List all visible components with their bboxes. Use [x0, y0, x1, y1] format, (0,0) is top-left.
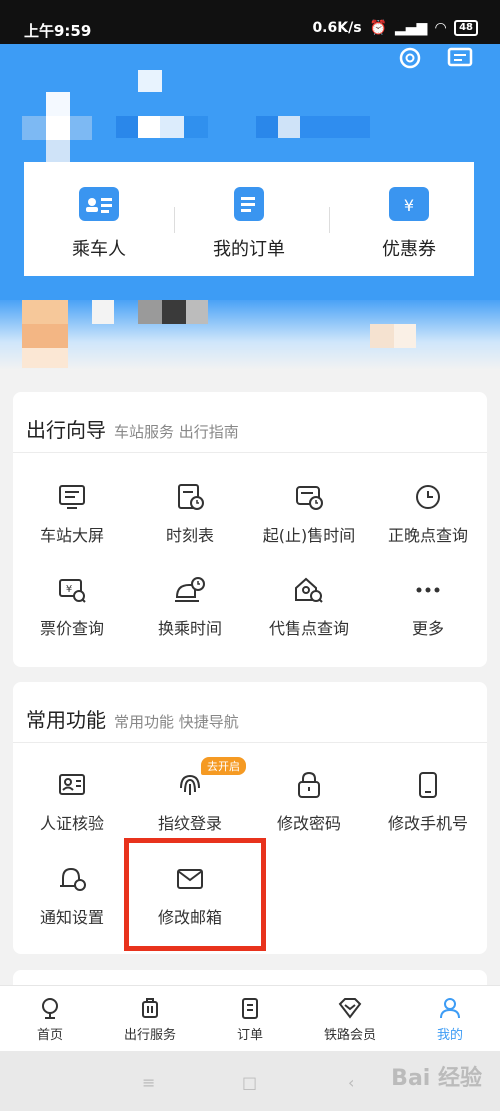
settings-gear-icon[interactable]	[396, 44, 424, 72]
grid-item-agency-search[interactable]: 代售点查询	[250, 575, 368, 639]
agency-search-icon	[295, 577, 323, 603]
station-screen-icon	[59, 485, 85, 509]
section-title: 出行向导	[26, 418, 106, 442]
sale-time-icon	[296, 486, 323, 510]
grid-item-change-phone[interactable]: 修改手机号	[369, 770, 487, 834]
tab-label: 订单	[236, 1028, 263, 1043]
grid-label: 指纹登录	[157, 814, 222, 833]
order-icon	[242, 998, 258, 1019]
grid-item-fingerprint[interactable]: 指纹登录	[131, 770, 249, 834]
grid-item-sale-time[interactable]: 起(止)售时间	[250, 482, 368, 546]
grid-label: 修改密码	[276, 814, 341, 833]
order-list-icon	[234, 187, 264, 221]
section-title: 常用功能	[26, 708, 106, 732]
fingerprint-icon	[180, 774, 200, 795]
grid-item-station-screen[interactable]: 车站大屏	[13, 482, 131, 546]
grid-label: 起(止)售时间	[262, 526, 356, 545]
lock-icon	[298, 771, 320, 798]
tab-label: 我的	[436, 1028, 463, 1043]
grid-item-more[interactable]: 更多	[369, 575, 487, 639]
bottom-tab-bar: 首页 出行服务 订单 铁路会员 我的	[0, 985, 500, 1052]
quick-action-label: 我的订单	[213, 239, 285, 260]
section-subtitle: 常用功能 快捷导航	[114, 713, 239, 731]
signal-icon: ▂▄▆	[394, 20, 428, 36]
quick-action-label: 乘车人	[72, 239, 126, 260]
passenger-card-icon	[79, 187, 119, 221]
status-time: 上午9:59	[24, 22, 92, 40]
quick-action-passenger[interactable]: 乘车人	[24, 162, 174, 276]
grid-label: 修改手机号	[387, 814, 468, 833]
grid-item-change-password[interactable]: 修改密码	[250, 770, 368, 834]
tab-home[interactable]: 首页	[0, 996, 100, 1043]
divider	[13, 742, 487, 743]
divider	[13, 452, 487, 453]
watermark-logo: Bai 经验	[391, 1066, 482, 1091]
grid-item-ticket-price[interactable]: ¥ 票价查询	[13, 575, 131, 639]
grid-label: 票价查询	[39, 619, 104, 638]
phone-icon	[419, 772, 437, 798]
travel-guide-card: 出行向导 车站服务 出行指南 车站大屏 时刻表 起(止)售时间 正晚点查询 ¥ 票…	[13, 392, 487, 667]
grid-label: 人证核验	[39, 814, 104, 833]
alarm-icon: ⏰	[369, 20, 387, 36]
clock-icon	[416, 485, 440, 509]
tab-orders[interactable]: 订单	[200, 996, 300, 1043]
fingerprint-enable-badge[interactable]: 去开启	[201, 757, 246, 775]
quick-actions-card: 乘车人 我的订单 ¥ 优惠券	[24, 162, 474, 276]
quick-action-orders[interactable]: 我的订单	[174, 162, 324, 276]
grid-item-timetable[interactable]: 时刻表	[131, 482, 249, 546]
transfer-time-icon	[175, 577, 205, 602]
travel-guide-title: 出行向导 车站服务 出行指南	[26, 414, 239, 443]
more-dots-icon	[416, 587, 440, 593]
coupon-icon: ¥	[389, 187, 429, 221]
timetable-icon	[178, 484, 204, 510]
wifi-icon: ◠	[435, 20, 447, 36]
back-icon[interactable]: ‹	[348, 1073, 354, 1092]
grid-item-id-verify[interactable]: 人证核验	[13, 770, 131, 834]
grid-label: 正晚点查询	[387, 526, 468, 545]
divider	[329, 207, 330, 233]
tab-railway-member[interactable]: 铁路会员	[300, 996, 400, 1043]
quick-action-label: 优惠券	[382, 239, 436, 260]
profile-icon	[440, 998, 460, 1019]
id-verify-icon	[59, 774, 85, 795]
highlight-box	[124, 838, 266, 951]
diamond-icon	[338, 998, 362, 1019]
tab-label: 铁路会员	[323, 1028, 376, 1043]
message-icon[interactable]	[446, 44, 474, 72]
grid-label: 车站大屏	[39, 526, 104, 545]
svg-text:¥: ¥	[404, 196, 414, 215]
common-functions-title: 常用功能 常用功能 快捷导航	[26, 704, 239, 733]
tab-label: 出行服务	[123, 1028, 176, 1043]
header-gradient	[0, 300, 500, 370]
tab-mine[interactable]: 我的	[400, 996, 500, 1043]
network-speed: 0.6K/s	[312, 20, 362, 36]
grid-item-notification-settings[interactable]: 通知设置	[13, 864, 131, 928]
grid-item-delay-query[interactable]: 正晚点查询	[369, 482, 487, 546]
menu-icon[interactable]: ≡	[142, 1073, 155, 1092]
grid-label: 时刻表	[165, 526, 214, 545]
status-bar: 上午9:59 0.6K/s ⏰ ▂▄▆ ◠ 48	[0, 0, 500, 44]
home-button-icon[interactable]: □	[242, 1073, 257, 1092]
tab-travel-service[interactable]: 出行服务	[100, 996, 200, 1043]
grid-item-transfer-time[interactable]: 换乘时间	[131, 575, 249, 639]
status-indicators: 0.6K/s ⏰ ▂▄▆ ◠ 48	[312, 20, 478, 36]
grid-label: 更多	[411, 619, 444, 638]
bell-settings-icon	[60, 867, 86, 891]
tab-label: 首页	[36, 1028, 63, 1043]
quick-action-coupons[interactable]: ¥ 优惠券	[334, 162, 484, 276]
grid-label: 通知设置	[39, 908, 104, 927]
luggage-icon	[142, 998, 158, 1018]
grid-label: 代售点查询	[268, 619, 349, 638]
svg-text:¥: ¥	[66, 584, 72, 595]
home-icon	[42, 998, 58, 1019]
battery-icon: 48	[454, 20, 478, 36]
grid-label: 换乘时间	[157, 619, 222, 638]
section-subtitle: 车站服务 出行指南	[114, 423, 239, 441]
ticket-price-icon: ¥	[59, 579, 86, 603]
